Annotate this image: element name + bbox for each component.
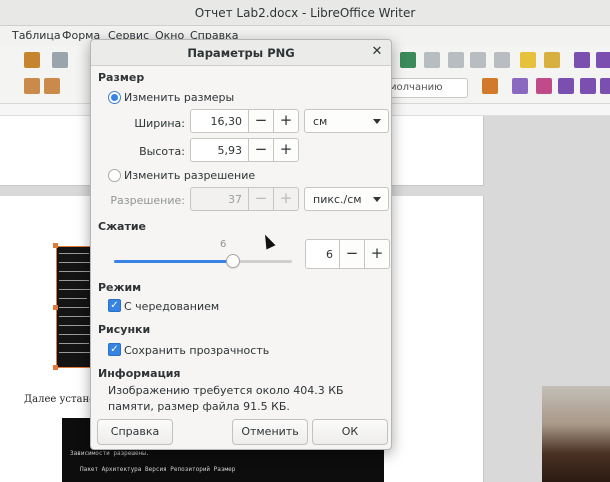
info-text: Изображению требуется около 404.3 КБ пам… [108,384,344,413]
filter-icon[interactable] [536,78,552,94]
shapes-icon[interactable] [596,52,610,68]
resize-handle[interactable] [53,243,58,248]
track-changes-icon[interactable] [544,52,560,68]
resize-handle[interactable] [53,365,58,370]
resolution-increment-button[interactable]: + [274,187,299,211]
resolution-label: Разрешение: [110,194,185,207]
resize-radio-label[interactable]: Изменить размеры [124,91,234,104]
size-section-heading: Размер [98,71,145,84]
chart-icon[interactable] [400,52,416,68]
images-section-heading: Рисунки [98,323,151,336]
bookmark-icon[interactable] [494,52,510,68]
resize-handle[interactable] [53,305,58,310]
insert2-icon[interactable] [44,78,60,94]
width-increment-button[interactable]: + [274,109,299,133]
width-input[interactable]: 16,30 [190,109,249,133]
field-icon[interactable] [448,52,464,68]
dialog-header: Параметры PNG ✕ [91,40,391,66]
rotate-right-icon[interactable] [580,78,596,94]
chevron-down-icon [373,197,381,202]
unit-combo-value: см [313,115,328,128]
height-input[interactable]: 5,93 [190,138,249,162]
flip-icon[interactable] [600,78,610,94]
cancel-button[interactable]: Отменить [232,419,308,445]
height-increment-button[interactable]: + [274,138,299,162]
resize-radio[interactable] [108,91,121,104]
compression-input[interactable]: 6 [305,239,340,269]
resolution-input[interactable]: 37 [190,187,249,211]
rotate-left-icon[interactable] [558,78,574,94]
terminal-line: Зависимости разрешены. [70,450,150,457]
transparency-checkbox-label[interactable]: Сохранить прозрачность [124,344,269,357]
height-decrement-button[interactable]: − [249,138,274,162]
width-label: Ширина: [134,117,185,130]
interlaced-checkbox[interactable]: ✓ [108,299,121,312]
resolution-decrement-button[interactable]: − [249,187,274,211]
interlaced-checkbox-label[interactable]: С чередованием [124,300,219,313]
resolution-unit-combo[interactable]: пикс./см [304,187,389,211]
help-button[interactable]: Справка [97,419,173,445]
compression-decrement-button[interactable]: − [340,239,365,269]
window-title: Отчет Lab2.docx - LibreOffice Writer [194,6,416,20]
height-label: Высота: [139,145,185,158]
chevron-down-icon [373,119,381,124]
frame-icon[interactable] [424,52,440,68]
compression-section-heading: Сжатие [98,220,146,233]
png-options-dialog: Параметры PNG ✕ Размер Изменить размеры … [90,39,392,450]
line-icon[interactable] [574,52,590,68]
app-titlebar: Отчет Lab2.docx - LibreOffice Writer [0,0,610,26]
transparency-checkbox[interactable]: ✓ [108,343,121,356]
compression-slider-value-label: 6 [220,239,227,250]
menu-table[interactable]: Таблица [12,29,61,42]
brush-icon[interactable] [24,52,40,68]
close-icon[interactable]: ✕ [369,44,385,60]
webcam-overlay [542,386,610,482]
info-section-heading: Информация [98,367,181,380]
comment-icon[interactable] [520,52,536,68]
terminal-line: Пакет Архитектура Версия Репозиторий Раз… [80,466,236,473]
compression-slider-fill [114,260,233,263]
ok-button[interactable]: ОК [312,419,388,445]
resolution-radio[interactable] [108,169,121,182]
dialog-title: Параметры PNG [187,46,295,60]
resolution-unit-value: пикс./см [313,193,362,206]
compression-slider-knob[interactable] [226,254,240,268]
insert-icon[interactable] [24,78,40,94]
crop-icon[interactable] [482,78,498,94]
undo-icon[interactable] [52,52,68,68]
mode-section-heading: Режим [98,281,142,294]
compression-increment-button[interactable]: + [365,239,390,269]
wrap-icon[interactable] [512,78,528,94]
star-icon[interactable] [470,52,486,68]
paragraph-style-combo[interactable]: молчанию [384,78,468,98]
resolution-radio-label[interactable]: Изменить разрешение [124,169,255,182]
width-decrement-button[interactable]: − [249,109,274,133]
unit-combo[interactable]: см [304,109,389,133]
